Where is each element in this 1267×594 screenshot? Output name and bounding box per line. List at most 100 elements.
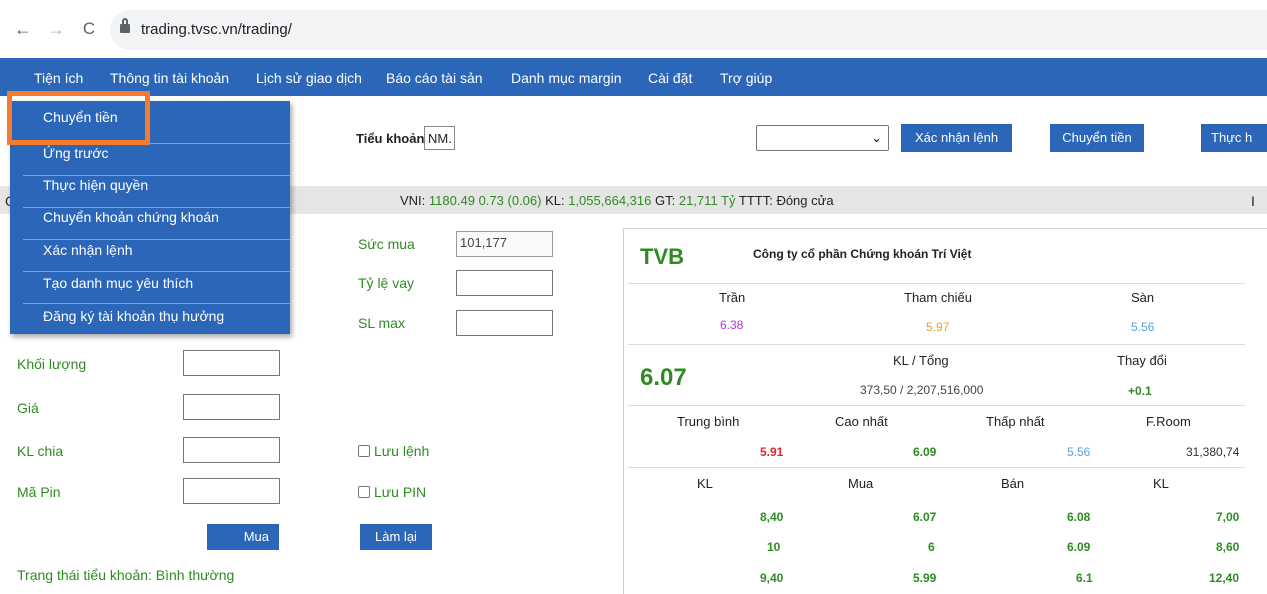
loan-ratio-label: Tỷ lệ vay <box>358 275 415 291</box>
back-arrow-icon[interactable]: ← <box>13 18 33 40</box>
ceiling-price: 6.38 <box>720 318 744 332</box>
split-qty-input[interactable] <box>183 437 280 463</box>
price-label: Giá <box>17 400 39 416</box>
sub-account-select[interactable]: NM. <box>424 126 455 150</box>
buying-power-field: 101,177 <box>456 231 553 257</box>
bid-price: 6.07 <box>913 510 937 524</box>
average-label: Trung bình <box>677 414 740 429</box>
dropdown-item-register-beneficiary[interactable]: Đăng ký tài khoản thụ hưởng <box>43 308 224 324</box>
forward-arrow-icon[interactable]: → <box>46 18 66 40</box>
ask-price: 6.09 <box>1067 540 1091 554</box>
max-qty-label: SL max <box>358 315 405 331</box>
confirm-order-button[interactable]: Xác nhận lệnh <box>901 124 1012 152</box>
floor-price: 5.56 <box>1131 320 1155 334</box>
chevron-down-icon: ⌄ <box>871 130 882 145</box>
divider <box>628 283 1245 284</box>
menu-asset-report[interactable]: Báo cáo tài sản <box>386 70 483 86</box>
menu-help[interactable]: Trợ giúp <box>720 70 772 86</box>
divider <box>23 175 290 176</box>
low-label: Thấp nhất <box>986 414 1045 429</box>
average-price: 5.91 <box>760 445 784 459</box>
ask-qty: 8,60 <box>1216 540 1240 554</box>
price-input[interactable] <box>183 394 280 420</box>
buying-power-value: 101,177 <box>460 235 507 250</box>
kl-label: KL: <box>545 193 565 208</box>
highlight-box <box>7 91 150 145</box>
reference-price: 5.97 <box>926 320 950 334</box>
stock-symbol: TVB <box>640 244 684 269</box>
ceiling-label: Trần <box>719 290 746 305</box>
ask-price: 6.1 <box>1076 571 1093 585</box>
url-text: trading.tvsc.vn/trading/ <box>141 21 292 38</box>
menu-settings[interactable]: Cài đặt <box>648 70 692 86</box>
floor-label: Sàn <box>1131 290 1155 305</box>
main-menu-bar: Tiện ích Thông tin tài khoản Lịch sử gia… <box>0 58 1267 96</box>
dropdown-item-advance[interactable]: Ứng trước <box>43 145 109 161</box>
pin-label: Mã Pin <box>17 484 61 500</box>
reload-icon[interactable]: C <box>79 18 99 40</box>
company-name: Công ty cổ phần Chứng khoán Trí Việt <box>753 247 972 261</box>
vni-change: 0.73 (0.06) <box>478 193 542 208</box>
save-pin-label: Lưu PIN <box>374 484 427 500</box>
book-header-bid: Mua <box>848 476 874 491</box>
vni-label: VNI: <box>400 193 426 208</box>
divider <box>628 405 1245 406</box>
save-pin-checkbox[interactable] <box>358 486 370 498</box>
ask-qty: 7,00 <box>1216 510 1240 524</box>
bid-price: 5.99 <box>913 571 937 585</box>
dropdown-item-securities-transfer[interactable]: Chuyển khoản chứng khoán <box>43 209 219 225</box>
ask-price: 6.08 <box>1067 510 1091 524</box>
gt-unit: Tỷ <box>721 193 736 208</box>
bid-qty: 8,40 <box>760 510 784 524</box>
buying-power-label: Sức mua <box>358 236 415 252</box>
max-qty-input[interactable] <box>456 310 553 336</box>
save-order-label: Lưu lệnh <box>374 443 430 459</box>
book-header-bid-qty: KL <box>697 476 713 491</box>
menu-tien-ich[interactable]: Tiện ích <box>34 70 83 86</box>
reference-label: Tham chiếu <box>904 290 972 305</box>
divider <box>628 467 1245 468</box>
volume-total-value: 373,50 / 2,207,516,000 <box>860 383 984 397</box>
dropdown-item-confirm-order[interactable]: Xác nhận lệnh <box>43 242 133 258</box>
menu-transaction-history[interactable]: Lịch sử giao dịch <box>256 70 362 86</box>
gt-label: GT: <box>654 193 676 208</box>
quantity-label: Khối lượng <box>17 356 87 372</box>
dropdown-item-exercise-rights[interactable]: Thực hiện quyền <box>43 177 148 193</box>
foreign-room-label: F.Room <box>1146 414 1191 429</box>
vni-value: 1180.49 <box>428 193 475 208</box>
book-header-ask: Bán <box>1001 476 1025 491</box>
book-header-ask-qty: KL <box>1153 476 1169 491</box>
dropdown-item-create-watchlist[interactable]: Tạo danh mục yêu thích <box>43 275 193 291</box>
loan-ratio-input[interactable] <box>456 270 553 296</box>
buy-button[interactable]: Mua <box>207 524 279 550</box>
bid-price: 6 <box>928 540 935 554</box>
execute-rights-button[interactable]: Thực h <box>1201 124 1267 152</box>
divider <box>23 303 290 304</box>
change-label: Thay đổi <box>1117 353 1167 368</box>
bid-qty: 9,40 <box>760 571 784 585</box>
foreign-room-value: 31,380,74 <box>1186 445 1240 459</box>
account-status-text: Trạng thái tiểu khoản: Bình thường <box>17 567 235 583</box>
reset-button[interactable]: Làm lại <box>360 524 432 550</box>
tttt-label: TTTT: <box>738 193 773 208</box>
divider <box>23 271 290 272</box>
browser-toolbar: ← → C trading.tvsc.vn/trading/ <box>0 0 1267 58</box>
last-price: 6.07 <box>640 364 687 391</box>
quantity-input[interactable] <box>183 350 280 376</box>
divider <box>23 207 290 208</box>
high-price: 6.09 <box>913 445 937 459</box>
pin-input[interactable] <box>183 478 280 504</box>
transfer-money-button[interactable]: Chuyển tiền <box>1050 124 1144 152</box>
kl-value: 1,055,664,316 <box>568 193 652 208</box>
strip-right-cut-text: I <box>1251 193 1255 209</box>
change-value: +0.1 <box>1128 384 1152 398</box>
high-label: Cao nhất <box>835 414 888 429</box>
save-order-checkbox[interactable] <box>358 445 370 457</box>
menu-margin-list[interactable]: Danh mục margin <box>511 70 622 86</box>
gt-value: 21,711 <box>678 193 718 208</box>
order-select[interactable]: ⌄ <box>756 125 889 151</box>
menu-account-info[interactable]: Thông tin tài khoản <box>110 70 229 86</box>
vni-index-line: VNI: 1180.49 0.73 (0.06) KL: 1,055,664,3… <box>400 193 834 208</box>
divider <box>23 239 290 240</box>
sub-account-value: NM. <box>428 131 452 146</box>
